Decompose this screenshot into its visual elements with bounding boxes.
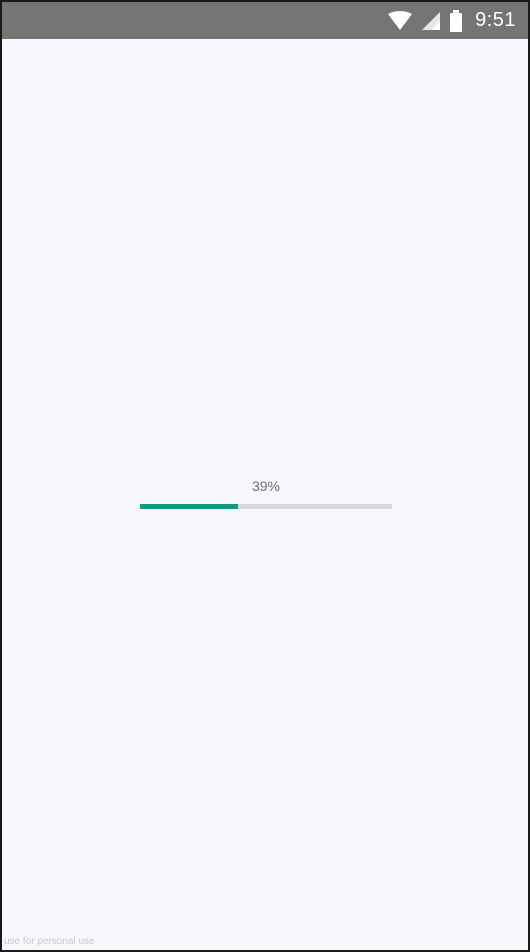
progress-indicator: 39% <box>140 473 392 513</box>
progress-track <box>140 504 392 509</box>
progress-fill <box>140 504 239 509</box>
status-icons: 9:51 <box>387 2 516 39</box>
status-bar: 9:51 <box>2 2 528 39</box>
phone-screen: 9:51 39% use for personal use <box>0 0 530 952</box>
wifi-icon <box>388 10 413 30</box>
status-time: 9:51 <box>475 9 516 31</box>
progress-percentage: 39% <box>251 478 281 494</box>
battery-icon <box>450 9 463 32</box>
signal-icon <box>422 11 441 30</box>
watermark-text: use for personal use <box>4 936 95 947</box>
